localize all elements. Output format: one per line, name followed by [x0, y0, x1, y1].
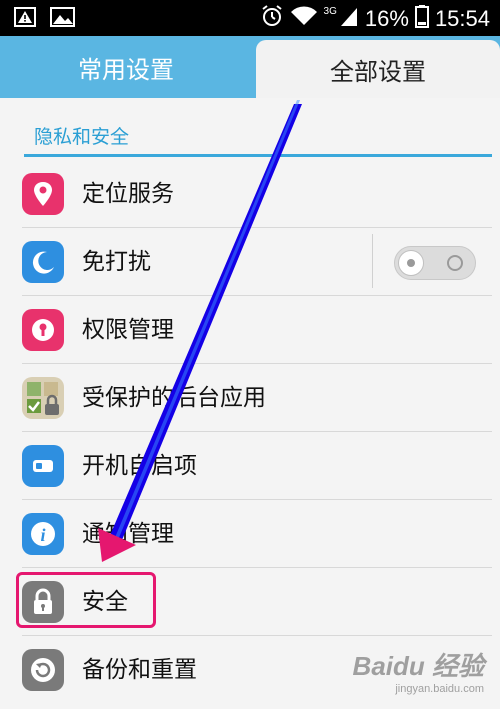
tab-all-settings[interactable]: 全部设置	[256, 40, 500, 98]
list-item-protected-apps[interactable]: 受保护的后台应用	[0, 364, 500, 432]
status-bar: 3G 16% 15:54	[0, 0, 500, 36]
list-item-label: 权限管理	[82, 317, 174, 343]
list-item-location[interactable]: 定位服务	[0, 160, 500, 228]
tab-common-settings[interactable]: 常用设置	[0, 36, 252, 98]
battery-percent: 16%	[364, 6, 409, 31]
watermark: Baidu 经验 jingyan.baidu.com	[353, 646, 484, 695]
section-divider	[24, 154, 492, 157]
location-pin-icon	[22, 173, 64, 215]
list-item-label: 通知管理	[82, 521, 174, 547]
section-title: 隐私和安全	[34, 126, 130, 148]
power-switch-icon	[22, 445, 64, 487]
list-item-label: 受保护的后台应用	[82, 385, 266, 411]
watermark-logo: Baidu 经验	[352, 651, 484, 681]
list-item-label: 开机自启项	[82, 453, 197, 479]
info-icon: i	[22, 513, 64, 555]
security-highlight-box	[16, 572, 156, 628]
toggle-knob	[398, 250, 424, 276]
list-item-permissions[interactable]: 权限管理	[0, 296, 500, 364]
battery-icon	[414, 4, 429, 34]
list-item-label: 免打扰	[82, 249, 151, 275]
tab-bar: 常用设置 全部设置	[0, 36, 500, 98]
moon-icon	[22, 241, 64, 283]
alarm-icon	[260, 4, 284, 34]
warning-icon	[14, 6, 38, 32]
protected-apps-icon	[22, 377, 64, 419]
watermark-url: jingyan.baidu.com	[395, 683, 484, 695]
toggle-separator	[372, 234, 373, 288]
list-item-notifications[interactable]: i 通知管理	[0, 500, 500, 568]
do-not-disturb-toggle[interactable]	[394, 246, 476, 280]
svg-text:i: i	[40, 525, 45, 545]
toggle-off-indicator	[447, 255, 463, 271]
network-type: 3G	[323, 5, 337, 17]
image-icon	[50, 6, 76, 32]
list-item-label: 定位服务	[82, 181, 174, 207]
list-item-startup-apps[interactable]: 开机自启项	[0, 432, 500, 500]
keyhole-icon	[22, 309, 64, 351]
signal-icon	[339, 5, 359, 33]
list-item-do-not-disturb[interactable]: 免打扰	[0, 228, 500, 296]
clock: 15:54	[434, 6, 490, 31]
restore-icon	[22, 649, 64, 691]
wifi-icon	[290, 5, 318, 33]
list-item-label: 备份和重置	[82, 657, 197, 683]
